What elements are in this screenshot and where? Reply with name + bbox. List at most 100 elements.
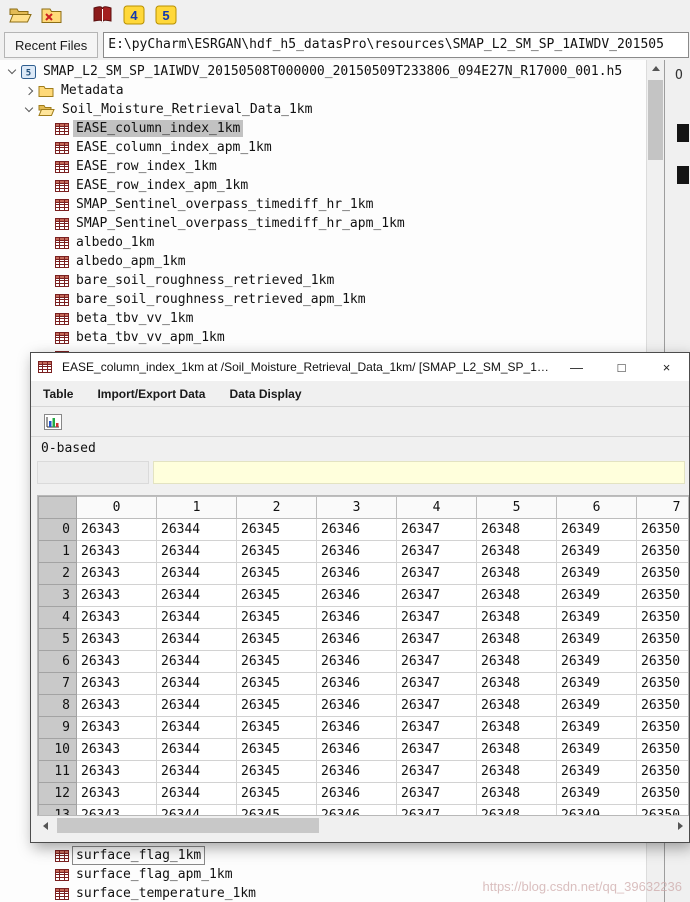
table-cell[interactable]: 26343	[77, 805, 157, 817]
column-header[interactable]: 1	[157, 497, 237, 519]
table-cell[interactable]: 26348	[477, 761, 557, 783]
table-cell[interactable]: 26350	[637, 673, 690, 695]
tree-item[interactable]: albedo_1km	[0, 233, 646, 252]
row-header[interactable]: 11	[39, 761, 77, 783]
scrollbar-thumb[interactable]	[57, 818, 319, 833]
chevron-down-icon[interactable]	[21, 108, 37, 111]
table-cell[interactable]: 26346	[317, 761, 397, 783]
table-cell[interactable]: 26343	[77, 629, 157, 651]
table-cell[interactable]: 26345	[237, 695, 317, 717]
table-cell[interactable]: 26343	[77, 695, 157, 717]
table-cell[interactable]: 26350	[637, 651, 690, 673]
table-cell[interactable]: 26344	[157, 519, 237, 541]
table-cell[interactable]: 26344	[157, 541, 237, 563]
tree-item[interactable]: beta_tbv_vv_1km	[0, 309, 646, 328]
cell-value-field[interactable]	[153, 461, 685, 484]
column-header[interactable]: 3	[317, 497, 397, 519]
table-cell[interactable]: 26347	[397, 805, 477, 817]
table-cell[interactable]: 26350	[637, 739, 690, 761]
hdf4-icon[interactable]: 4	[120, 2, 148, 28]
table-cell[interactable]: 26343	[77, 783, 157, 805]
row-header[interactable]: 7	[39, 673, 77, 695]
table-cell[interactable]: 26344	[157, 607, 237, 629]
table-cell[interactable]: 26345	[237, 563, 317, 585]
row-header[interactable]: 9	[39, 717, 77, 739]
column-header[interactable]: 0	[77, 497, 157, 519]
tree-item[interactable]: 5SMAP_L2_SM_SP_1AIWDV_20150508T000000_20…	[0, 62, 646, 81]
table-cell[interactable]: 26345	[237, 673, 317, 695]
tree-item[interactable]: bare_soil_roughness_retrieved_apm_1km	[0, 290, 646, 309]
tree-item[interactable]: albedo_apm_1km	[0, 252, 646, 271]
table-cell[interactable]: 26347	[397, 607, 477, 629]
table-cell[interactable]: 26346	[317, 585, 397, 607]
table-cell[interactable]: 26348	[477, 717, 557, 739]
chart-icon[interactable]	[39, 409, 67, 435]
menu-data-display[interactable]: Data Display	[229, 387, 301, 401]
table-cell[interactable]: 26346	[317, 739, 397, 761]
scrollbar-thumb[interactable]	[648, 80, 663, 160]
table-cell[interactable]: 26346	[317, 629, 397, 651]
table-cell[interactable]: 26344	[157, 761, 237, 783]
tree-item[interactable]: SMAP_Sentinel_overpass_timediff_hr_apm_1…	[0, 214, 646, 233]
column-header[interactable]: 5	[477, 497, 557, 519]
table-cell[interactable]: 26346	[317, 563, 397, 585]
table-cell[interactable]: 26346	[317, 519, 397, 541]
menu-import-export-data[interactable]: Import/Export Data	[97, 387, 205, 401]
table-cell[interactable]: 26345	[237, 761, 317, 783]
table-cell[interactable]: 26350	[637, 761, 690, 783]
table-cell[interactable]: 26345	[237, 629, 317, 651]
table-cell[interactable]: 26343	[77, 585, 157, 607]
maximize-button[interactable]: □	[599, 353, 644, 381]
table-cell[interactable]: 26350	[637, 717, 690, 739]
table-cell[interactable]: 26344	[157, 563, 237, 585]
open-file-icon[interactable]	[6, 2, 34, 28]
table-cell[interactable]: 26348	[477, 629, 557, 651]
table-cell[interactable]: 26349	[557, 717, 637, 739]
table-cell[interactable]: 26349	[557, 607, 637, 629]
table-cell[interactable]: 26347	[397, 585, 477, 607]
row-header[interactable]: 8	[39, 695, 77, 717]
row-header[interactable]: 2	[39, 563, 77, 585]
table-cell[interactable]: 26348	[477, 805, 557, 817]
minimize-button[interactable]: —	[554, 353, 599, 381]
table-cell[interactable]: 26347	[397, 673, 477, 695]
column-header[interactable]: 7	[637, 497, 690, 519]
row-header[interactable]: 5	[39, 629, 77, 651]
table-cell[interactable]: 26343	[77, 761, 157, 783]
table-cell[interactable]: 26344	[157, 651, 237, 673]
table-cell[interactable]: 26350	[637, 783, 690, 805]
tree-item[interactable]: beta_tbv_vv_apm_1km	[0, 328, 646, 347]
table-horizontal-scrollbar[interactable]	[37, 817, 689, 834]
table-cell[interactable]: 26348	[477, 695, 557, 717]
table-cell[interactable]: 26350	[637, 695, 690, 717]
row-header[interactable]: 10	[39, 739, 77, 761]
table-cell[interactable]: 26346	[317, 541, 397, 563]
table-cell[interactable]: 26345	[237, 717, 317, 739]
table-cell[interactable]: 26348	[477, 739, 557, 761]
table-cell[interactable]: 26347	[397, 783, 477, 805]
row-header[interactable]: 4	[39, 607, 77, 629]
tree-item[interactable]: bare_soil_roughness_retrieved_1km	[0, 271, 646, 290]
table-cell[interactable]: 26343	[77, 651, 157, 673]
column-header[interactable]: 6	[557, 497, 637, 519]
table-cell[interactable]: 26343	[77, 607, 157, 629]
table-cell[interactable]: 26344	[157, 629, 237, 651]
table-cell[interactable]: 26343	[77, 717, 157, 739]
table-cell[interactable]: 26350	[637, 541, 690, 563]
table-cell[interactable]: 26345	[237, 739, 317, 761]
file-path-field[interactable]: E:\pyCharm\ESRGAN\hdf_h5_datasPro\resour…	[103, 32, 689, 58]
tree-item[interactable]: EASE_column_index_1km	[0, 119, 646, 138]
table-cell[interactable]: 26343	[77, 739, 157, 761]
table-cell[interactable]: 26348	[477, 519, 557, 541]
table-cell[interactable]: 26343	[77, 673, 157, 695]
table-cell[interactable]: 26349	[557, 585, 637, 607]
table-cell[interactable]: 26346	[317, 673, 397, 695]
table-cell[interactable]: 26348	[477, 541, 557, 563]
table-cell[interactable]: 26345	[237, 651, 317, 673]
column-header[interactable]: 4	[397, 497, 477, 519]
table-cell[interactable]: 26349	[557, 805, 637, 817]
row-header[interactable]: 0	[39, 519, 77, 541]
scroll-left-icon[interactable]	[37, 817, 54, 834]
table-cell[interactable]: 26347	[397, 695, 477, 717]
table-cell[interactable]: 26350	[637, 629, 690, 651]
